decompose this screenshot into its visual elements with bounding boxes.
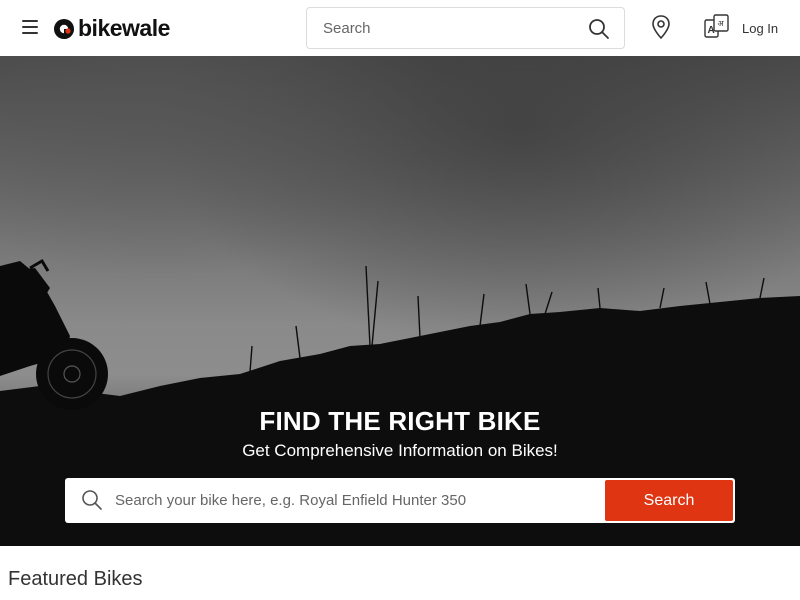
header-search-box[interactable] [306, 7, 625, 49]
hero-subtitle: Get Comprehensive Information on Bikes! [242, 441, 558, 460]
svg-text:A: A [708, 25, 715, 36]
svg-text:अ: अ [718, 19, 725, 28]
hamburger-menu-icon[interactable] [22, 20, 38, 34]
language-switch-icon[interactable]: A अ [704, 14, 730, 40]
logo-mark-icon [54, 19, 74, 39]
hero-banner: FIND THE RIGHT BIKE Get Comprehensive In… [0, 56, 800, 546]
hero-search-input[interactable] [115, 478, 595, 523]
header-search-input[interactable] [323, 19, 573, 37]
featured-bikes-heading: Featured Bikes [8, 568, 143, 590]
hero-background-image [0, 56, 800, 546]
hero-search-box: Search [65, 478, 735, 523]
top-header: bikewale A अ Log In [0, 0, 800, 56]
search-icon[interactable] [588, 18, 610, 40]
logo-text: bikewale [78, 14, 170, 41]
logo[interactable]: bikewale [52, 14, 170, 42]
login-link[interactable]: Log In [742, 21, 778, 36]
hero-search-button[interactable]: Search [605, 480, 733, 521]
search-icon [82, 490, 102, 510]
location-pin-icon[interactable] [650, 14, 672, 40]
hero-title: FIND THE RIGHT BIKE [259, 406, 541, 436]
